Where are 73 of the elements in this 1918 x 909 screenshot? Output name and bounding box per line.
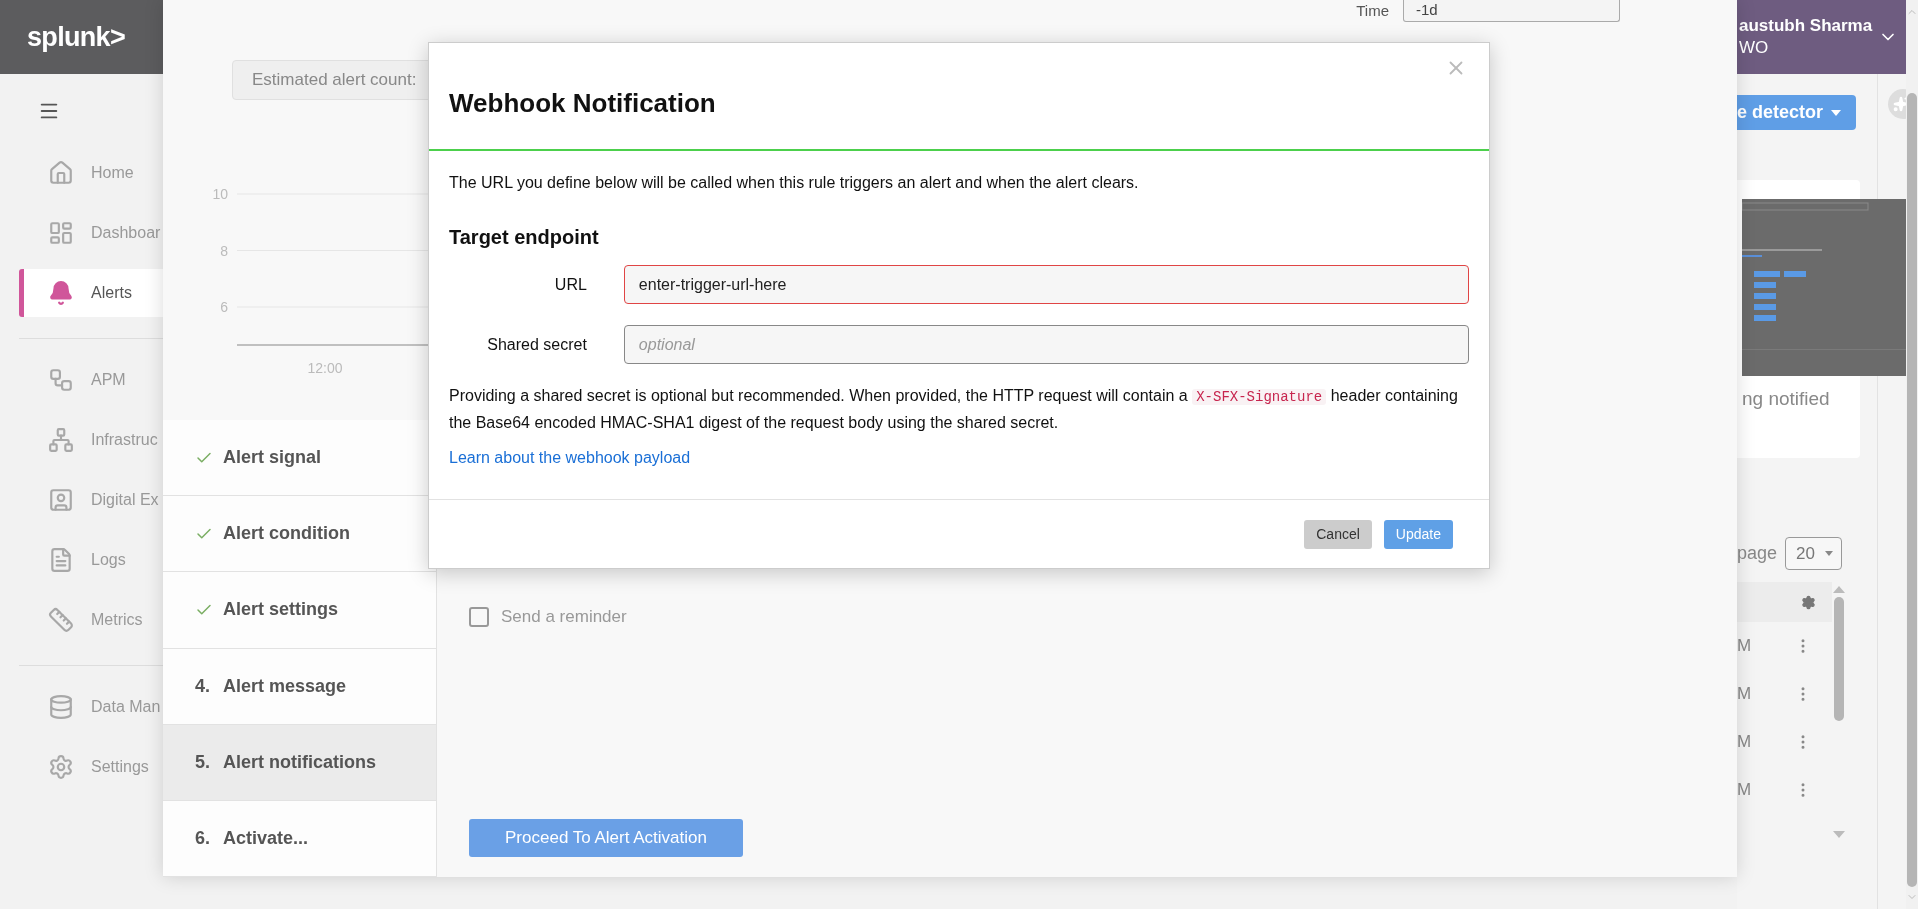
- step-item[interactable]: 4. Alert message: [163, 648, 436, 725]
- database-icon: [48, 694, 74, 720]
- axis-label: 8: [220, 242, 228, 259]
- user-menu[interactable]: austubh Sharma WO: [1737, 0, 1906, 74]
- detector-button[interactable]: e detector: [1737, 95, 1856, 130]
- sidebar-label: Home: [91, 163, 134, 183]
- step-item[interactable]: 5. Alert notifications: [163, 724, 436, 801]
- org-name: WO: [1739, 37, 1770, 59]
- caret-icon: [1824, 551, 1833, 556]
- card-caption: ng notified: [1741, 388, 1830, 409]
- dashboard-icon: [48, 220, 74, 246]
- per-page-select[interactable]: 20: [1785, 537, 1843, 570]
- field-label: URL: [553, 274, 587, 295]
- sidebar-label: Data Man: [91, 697, 161, 717]
- reminder-checkbox[interactable]: [469, 606, 489, 627]
- section-heading: Target endpoint: [449, 225, 600, 250]
- home-icon: [48, 160, 74, 186]
- update-button[interactable]: Update: [1383, 519, 1453, 549]
- sidebar-item[interactable]: APM: [19, 356, 248, 404]
- user-card-icon: [48, 487, 74, 513]
- step-label: Activate...: [223, 826, 309, 850]
- step-label: Alert notifications: [223, 750, 376, 774]
- input-field[interactable]: optional: [623, 325, 1469, 364]
- bell-icon: [48, 280, 74, 306]
- modal-intro: The URL you define below will be called when this rule triggers an alert and when the alert clears.: [449, 173, 1140, 193]
- settings-icon: [48, 754, 74, 780]
- step-item[interactable]: Alert settings: [163, 572, 436, 649]
- sparkle-icon: [1893, 96, 1906, 112]
- nodes-icon: [48, 367, 74, 393]
- per-page-label: page: [1737, 542, 1778, 565]
- input-field[interactable]: enter-trigger-url-here: [623, 265, 1469, 304]
- proceed-button[interactable]: Proceed To Alert Activation: [469, 819, 743, 857]
- signature-note: Providing a shared secret is optional but recommended. When provided, the HTTP request will contain a X-SFX-Signature header containing the Base64 encoded HMAC-SHA1 digest of the request body using the shared secret.: [449, 386, 1459, 433]
- ruler-icon: [48, 607, 74, 633]
- table-cell-text: M: [1737, 779, 1753, 802]
- axis-label: 6: [220, 299, 228, 315]
- step-label: Alert signal: [223, 446, 322, 470]
- step-number: 6.: [195, 826, 211, 850]
- step-label: Alert settings: [223, 598, 339, 622]
- document-icon: [48, 547, 74, 573]
- step-item[interactable]: Alert condition: [163, 496, 436, 573]
- sidebar-label: Metrics: [91, 610, 143, 630]
- sidebar-label: APM: [91, 370, 126, 390]
- axis-label: 12:00: [307, 360, 343, 376]
- table-cell-text: M: [1737, 731, 1753, 754]
- sidebar-label: Logs: [91, 550, 126, 570]
- time-field[interactable]: -1d: [1403, 0, 1620, 22]
- axis-label: 10: [212, 186, 228, 202]
- logo[interactable]: splunk>: [27, 16, 126, 58]
- payload-link[interactable]: Learn about the webhook payload: [449, 446, 691, 470]
- modal-title: Webhook Notification: [449, 86, 716, 120]
- settings-icon[interactable]: [1801, 594, 1816, 610]
- caret-icon: [1831, 109, 1842, 116]
- reminder-label: Send a reminder: [501, 606, 627, 628]
- step-item[interactable]: 6. Activate...: [163, 800, 436, 878]
- sidebar-label: Infrastruc: [91, 430, 158, 450]
- table-cell-text: M: [1737, 635, 1753, 658]
- sidebar-label: Alerts: [91, 283, 132, 303]
- time-label: Time: [1356, 0, 1389, 21]
- table-scrollbar[interactable]: [1832, 586, 1845, 838]
- step-label: Alert message: [223, 674, 347, 698]
- estimate-label: Estimated alert count:: [252, 69, 417, 92]
- step-number: 5.: [195, 750, 211, 774]
- step-number: 4.: [195, 674, 211, 698]
- step-label: Alert condition: [223, 522, 350, 546]
- cancel-button[interactable]: Cancel: [1304, 519, 1372, 549]
- sidebar-label: Settings: [91, 757, 149, 777]
- table-cell-text: M: [1737, 683, 1753, 706]
- network-icon: [48, 427, 74, 453]
- field-label: Shared secret: [486, 334, 587, 355]
- sidebar-label: Dashboar: [91, 223, 161, 243]
- sidebar-label: Digital Ex: [91, 490, 159, 510]
- user-name: austubh Sharma: [1739, 15, 1873, 37]
